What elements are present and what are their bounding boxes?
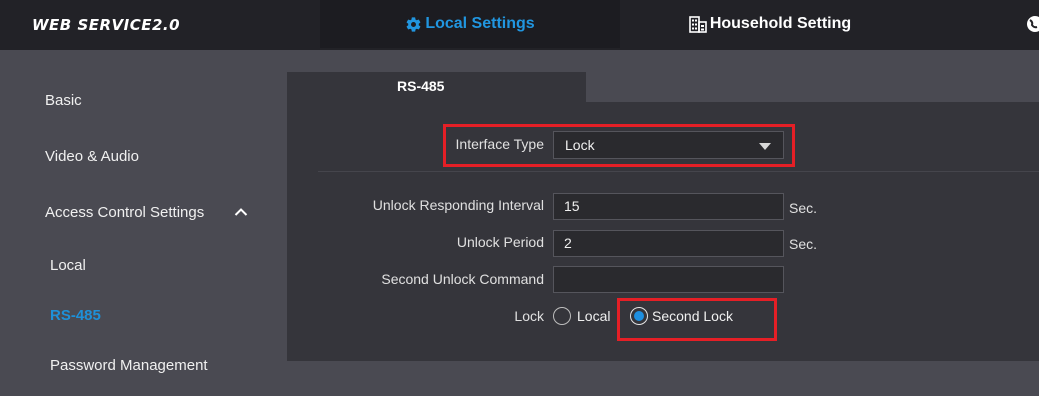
gear-icon	[405, 16, 422, 33]
sidebar-item-basic[interactable]: Basic	[45, 92, 82, 109]
tab-household-setting[interactable]: Household Setting	[620, 0, 920, 48]
unlock-period-input[interactable]: 2	[553, 230, 784, 257]
radio-lock-local[interactable]	[553, 307, 571, 325]
second-unlock-command-input[interactable]	[553, 266, 784, 293]
highlight-box-interface-type	[443, 124, 795, 167]
tab-local-settings-label: Local Settings	[425, 15, 535, 32]
second-unlock-command-label: Second Unlock Command	[381, 271, 544, 287]
sidebar	[0, 50, 280, 396]
tab-local-settings[interactable]: Local Settings	[320, 0, 620, 48]
sidebar-item-access-control-settings[interactable]: Access Control Settings	[45, 204, 204, 221]
building-icon	[689, 15, 707, 33]
top-bar: WEB SERVICE2.0 Local Settings Household …	[0, 0, 1039, 50]
tab-rs485[interactable]: RS-485	[287, 72, 586, 102]
unlock-period-label: Unlock Period	[456, 234, 544, 250]
sidebar-subitem-rs485[interactable]: RS-485	[50, 307, 101, 324]
divider	[318, 171, 1039, 172]
lock-label: Lock	[514, 308, 544, 324]
highlight-box-second-lock	[617, 298, 777, 341]
unlock-responding-interval-input[interactable]: 15	[553, 193, 784, 220]
chevron-up-icon[interactable]	[234, 207, 248, 217]
unit-label: Sec.	[789, 236, 818, 252]
globe-icon[interactable]	[1025, 15, 1039, 33]
brand-logo: WEB SERVICE2.0	[32, 16, 181, 34]
radio-lock-local-label[interactable]: Local	[577, 308, 610, 324]
sidebar-subitem-local[interactable]: Local	[50, 257, 86, 274]
sidebar-item-video-audio[interactable]: Video & Audio	[45, 148, 139, 165]
unit-label: Sec.	[789, 200, 818, 216]
tab-household-setting-label: Household Setting	[709, 15, 852, 32]
unlock-responding-interval-label: Unlock Responding Interval	[372, 197, 544, 213]
sidebar-subitem-password-management[interactable]: Password Management	[50, 357, 208, 374]
